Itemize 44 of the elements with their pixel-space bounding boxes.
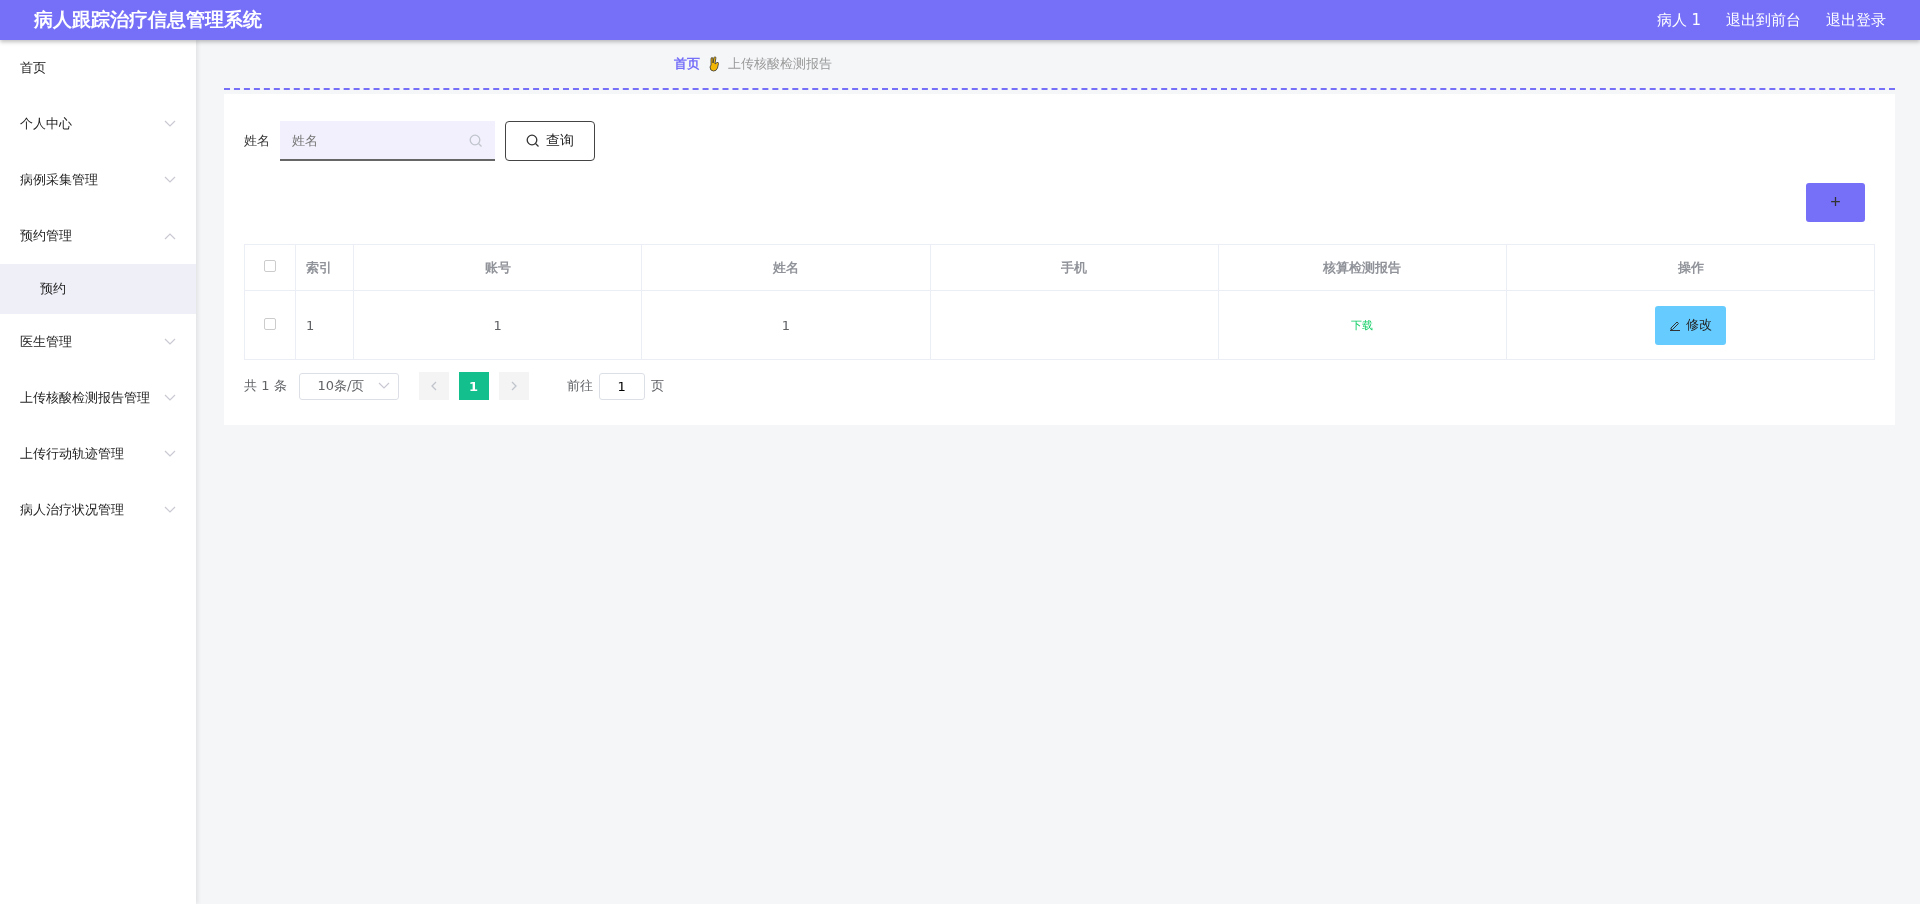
page-size-select[interactable]: 10条/页 <box>298 372 399 400</box>
hand-icon <box>708 56 720 72</box>
field-label: 姓名 <box>244 132 270 150</box>
menu-item[interactable]: 病人治疗状况管理 <box>0 482 196 538</box>
table-cell: 1 <box>641 290 930 360</box>
menu-item[interactable]: 预约管理 <box>0 208 196 264</box>
edit-icon <box>1669 319 1681 331</box>
edit-button[interactable]: 修改 <box>1655 305 1726 345</box>
checkbox[interactable] <box>264 317 276 330</box>
search-icon <box>526 134 540 148</box>
prev-page-button[interactable] <box>418 372 449 400</box>
chevron-icon <box>377 382 390 390</box>
breadcrumb-item[interactable]: 首页 <box>674 55 700 73</box>
table-cell: 1 <box>353 290 642 360</box>
menu-item[interactable]: 首页 <box>0 40 196 96</box>
page-unit-label: 页 <box>650 377 664 395</box>
column-header: 操作 <box>1506 244 1875 291</box>
chevron-right-icon <box>509 381 518 391</box>
goto-label: 前往 <box>566 377 593 395</box>
column-header: 账号 <box>353 244 642 291</box>
column-header: 手机 <box>930 244 1219 291</box>
menu-item[interactable]: 医生管理 <box>0 314 196 370</box>
query-button[interactable]: 查询 <box>505 121 595 161</box>
checkbox[interactable] <box>264 260 276 272</box>
next-page-button[interactable] <box>498 372 529 400</box>
header-link[interactable]: 退出登录 <box>1826 10 1886 30</box>
page-input[interactable]: 1 <box>598 372 645 400</box>
search-icon <box>469 134 483 148</box>
submenu-item[interactable]: 预约 <box>0 264 196 314</box>
column-header: 核算检测报告 <box>1218 244 1507 291</box>
search-field[interactable]: 姓名 <box>280 121 495 161</box>
table-cell: 1 <box>295 290 354 360</box>
menu-item[interactable]: 个人中心 <box>0 96 196 152</box>
breadcrumb-item: 上传核酸检测报告 <box>728 55 832 73</box>
total-count: 共 1 条 <box>244 377 287 395</box>
header-link[interactable]: 病人 1 <box>1656 10 1701 30</box>
menu-item[interactable]: 上传行动轨迹管理 <box>0 426 196 482</box>
app-title: 病人跟踪治疗信息管理系统 <box>34 7 263 32</box>
column-header: 索引 <box>295 244 354 291</box>
column-header: 姓名 <box>641 244 930 291</box>
chevron-left-icon <box>429 381 438 391</box>
header-link[interactable]: 退出到前台 <box>1726 10 1801 30</box>
menu-item[interactable]: 病例采集管理 <box>0 152 196 208</box>
menu-item[interactable]: 上传核酸检测报告管理 <box>0 370 196 426</box>
